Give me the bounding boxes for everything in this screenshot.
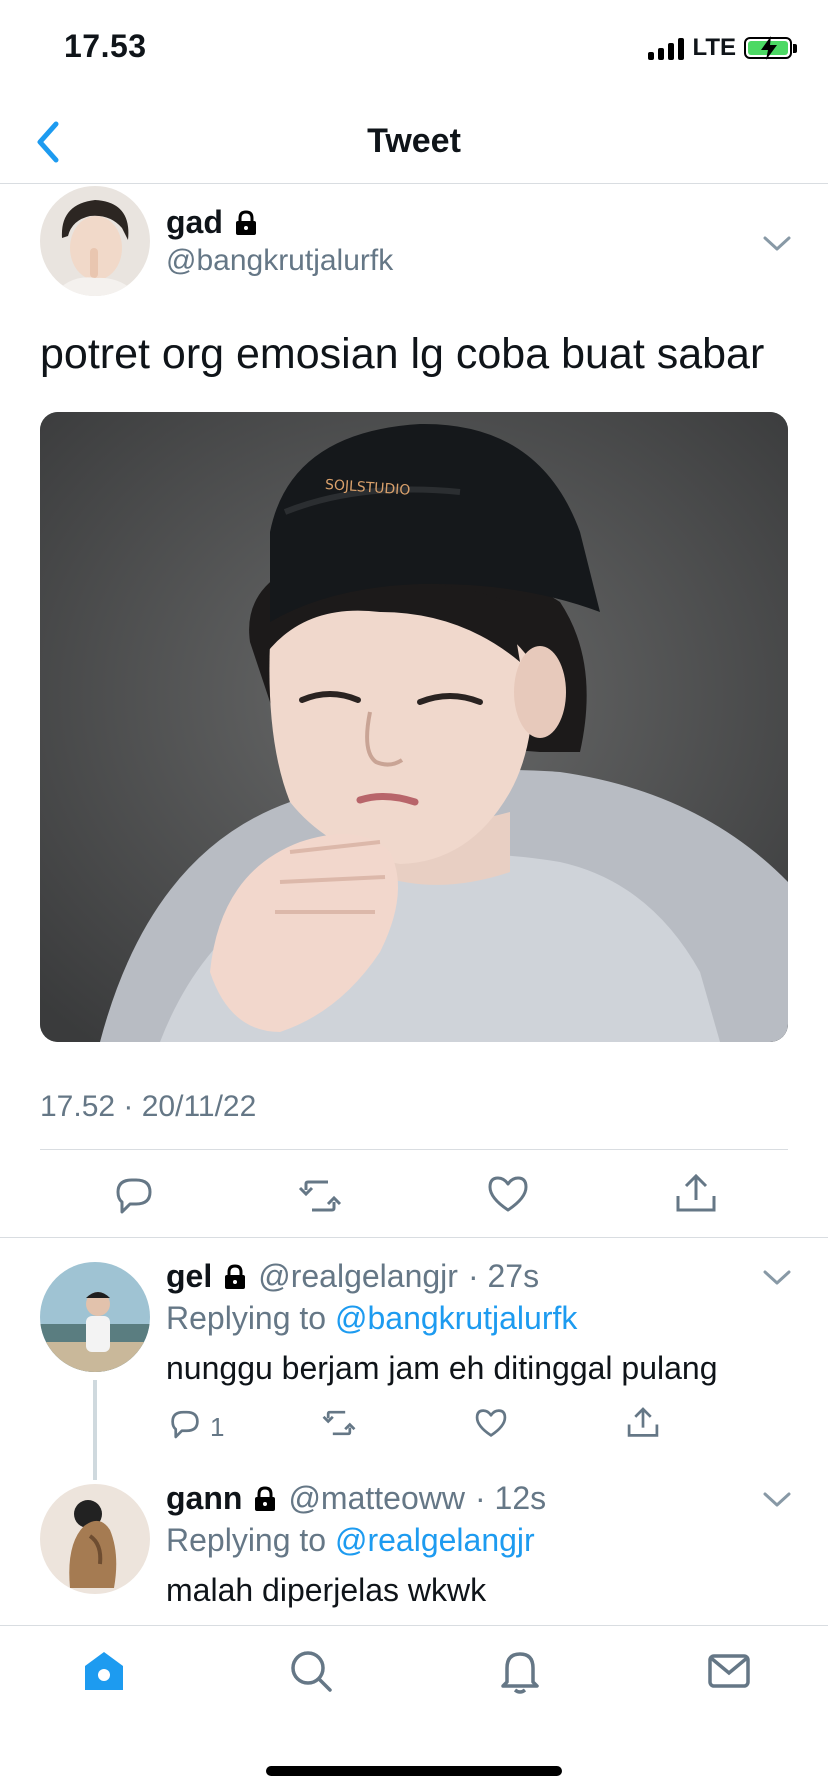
messages-icon[interactable] <box>706 1648 752 1694</box>
reply-author-name[interactable]: gel <box>166 1258 212 1295</box>
reply-author-name[interactable]: gann <box>166 1480 242 1517</box>
author-avatar[interactable] <box>40 186 150 296</box>
home-icon[interactable] <box>81 1648 127 1694</box>
reply-age: · 27s <box>467 1258 540 1294</box>
lock-icon <box>255 1485 276 1511</box>
timestamp-divider <box>40 1149 788 1150</box>
tweet-text: potret org emosian lg coba buat sabar <box>40 330 765 378</box>
like-icon[interactable] <box>486 1172 530 1216</box>
tweet-photo[interactable]: SOJLSTUDIO <box>40 412 788 1042</box>
tweet-options-chevron-icon[interactable] <box>762 234 792 254</box>
signal-icon <box>648 36 685 60</box>
share-icon[interactable] <box>674 1172 718 1216</box>
search-icon[interactable] <box>288 1648 334 1694</box>
page-title: Tweet <box>367 122 461 160</box>
retweet-icon[interactable] <box>298 1174 342 1218</box>
reply-header: gel @realgelangjr · 27s <box>166 1258 539 1295</box>
thread-line <box>93 1380 97 1480</box>
status-indicators: LTE <box>648 34 797 62</box>
share-icon[interactable] <box>626 1406 660 1440</box>
replying-to-line: Replying to @bangkrutjalurfk <box>166 1300 577 1337</box>
reply-options-chevron-icon[interactable] <box>762 1490 792 1510</box>
actions-divider <box>0 1237 828 1238</box>
reply-icon[interactable] <box>168 1406 202 1440</box>
reply-text: nunggu berjam jam eh ditinggal pulang <box>166 1350 718 1386</box>
author-handle[interactable]: @bangkrutjalurfk <box>166 244 393 278</box>
reply-author-handle[interactable]: @matteoww <box>288 1480 465 1517</box>
tweet-timestamp: 17.52 · 20/11/22 <box>40 1090 257 1123</box>
author-name[interactable]: gad <box>166 204 223 241</box>
notifications-icon[interactable] <box>497 1648 543 1694</box>
reply-avatar[interactable] <box>40 1262 150 1372</box>
like-icon[interactable] <box>474 1406 508 1440</box>
reply-count: 1 <box>210 1412 225 1442</box>
nav-divider <box>0 183 828 184</box>
replying-to-prefix: Replying to <box>166 1522 327 1558</box>
lock-icon <box>225 1263 246 1289</box>
reply-options-chevron-icon[interactable] <box>762 1268 792 1288</box>
reply-author-handle[interactable]: @realgelangjr <box>258 1258 458 1295</box>
battery-icon <box>744 36 797 60</box>
home-indicator <box>266 1766 562 1776</box>
reply-avatar[interactable] <box>40 1484 150 1594</box>
status-time: 17.53 <box>64 28 147 64</box>
replying-to-line: Replying to @realgelangjr <box>166 1522 535 1559</box>
replying-to-link[interactable]: @realgelangjr <box>335 1522 535 1558</box>
reply-text: malah diperjelas wkwk <box>166 1572 487 1608</box>
network-label: LTE <box>692 34 736 61</box>
lock-icon <box>235 209 256 235</box>
replying-to-link[interactable]: @bangkrutjalurfk <box>335 1300 577 1336</box>
reply-header: gann @matteoww · 12s <box>166 1480 546 1517</box>
replying-to-prefix: Replying to <box>166 1300 327 1336</box>
retweet-icon[interactable] <box>322 1406 356 1440</box>
reply-age: · 12s <box>474 1480 547 1516</box>
author-name-row[interactable]: gad <box>166 204 259 241</box>
reply-icon[interactable] <box>112 1172 156 1216</box>
